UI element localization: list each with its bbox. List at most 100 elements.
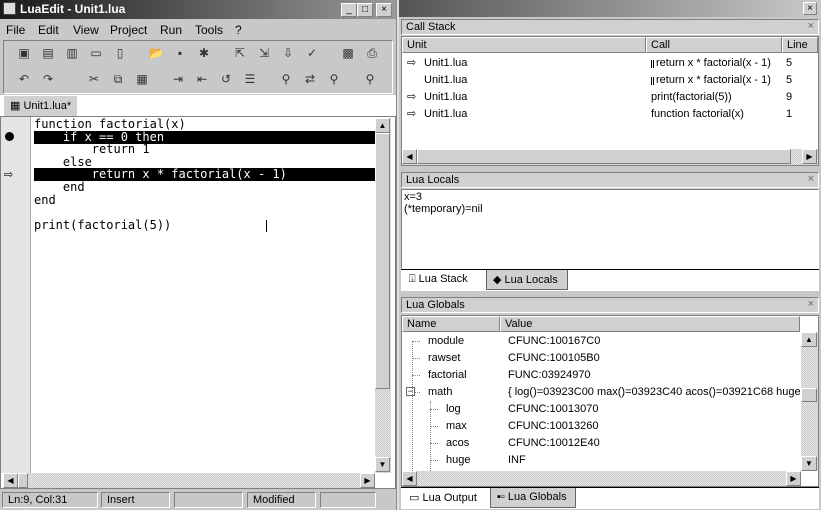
cut-icon[interactable]: ✂ <box>86 72 102 86</box>
scroll-thumb[interactable] <box>375 133 390 389</box>
open-icon[interactable]: 📂 <box>148 46 164 60</box>
scroll-up-button[interactable]: ▲ <box>801 332 817 347</box>
maximize-button[interactable]: □ <box>357 3 373 17</box>
callstack-row[interactable]: ⇨ Unit1.lua return x * factorial(x - 1) 5 <box>402 55 818 72</box>
callstack-row[interactable]: ⇨ Unit1.lua function factorial(x) 1 <box>402 106 818 123</box>
new-project-icon[interactable]: ▤ <box>40 46 56 60</box>
callstack-close-icon[interactable]: × <box>808 20 814 32</box>
call-cell: return x * factorial(x - 1) <box>656 57 771 69</box>
value-cell: CFUNC:10012E40 <box>508 437 600 449</box>
menu-tools[interactable]: Tools <box>195 23 223 37</box>
globals-row[interactable]: module CFUNC:100167C0 <box>402 333 800 350</box>
find-icon[interactable]: ⚲ <box>278 72 294 86</box>
print-preview-icon[interactable]: ▩ <box>340 46 356 60</box>
new-unit-icon[interactable]: ▣ <box>16 46 32 60</box>
locals-content[interactable]: x=3 (*temporary)=nil <box>401 189 819 269</box>
editor-vscroll[interactable]: ▲ ▼ <box>375 118 391 473</box>
find-next-icon[interactable]: ⚲ <box>362 72 378 86</box>
scroll-left-button[interactable]: ◀ <box>402 471 417 486</box>
copy-icon[interactable]: ⧉ <box>110 72 126 86</box>
scroll-up-button[interactable]: ▲ <box>375 118 390 133</box>
globals-row[interactable]: max CFUNC:10013260 <box>402 418 800 435</box>
save-icon[interactable]: ▪ <box>172 46 188 60</box>
menu-help[interactable]: ? <box>235 23 242 37</box>
undo-icon[interactable]: ↶ <box>16 72 32 86</box>
col-unit[interactable]: Unit <box>402 37 646 53</box>
scroll-down-button[interactable]: ▼ <box>375 457 390 472</box>
dock-close-button[interactable]: × <box>803 2 817 15</box>
find-in-files-icon[interactable]: ⚲ <box>326 72 342 86</box>
tab-lua-stack[interactable]: ⍗ Lua Stack <box>403 270 485 290</box>
vscroll-thumb[interactable] <box>801 388 817 402</box>
output-icon: ▭ <box>409 492 423 504</box>
file-icon[interactable]: ▯ <box>112 46 128 60</box>
scroll-down-button[interactable]: ▼ <box>801 456 817 471</box>
menu-edit[interactable]: Edit <box>38 23 59 37</box>
name-cell: module <box>428 335 465 347</box>
callstack-row[interactable]: ⇨ Unit1.lua print(factorial(5)) 9 <box>402 89 818 106</box>
app-icon <box>3 2 16 15</box>
compile-icon[interactable]: ✱ <box>196 46 212 60</box>
menu-project[interactable]: Project <box>110 23 147 37</box>
globals-row[interactable]: log CFUNC:10013070 <box>402 401 800 418</box>
callstack-hscroll[interactable]: ◀ ▶ <box>402 149 818 165</box>
menu-view[interactable]: View <box>73 23 99 37</box>
export-icon[interactable]: ⇱ <box>232 46 248 60</box>
col-value[interactable]: Value <box>500 316 800 332</box>
uncomment-icon[interactable]: ☰ <box>242 72 258 86</box>
globals-row[interactable]: acos CFUNC:10012E40 <box>402 435 800 452</box>
tab-unit1[interactable]: ▦ Unit1.lua* <box>4 96 78 116</box>
insert-icon[interactable]: ⇩ <box>280 46 296 60</box>
scroll-right-button[interactable]: ▶ <box>786 471 801 486</box>
replace-icon[interactable]: ⇄ <box>302 72 318 86</box>
tree-line <box>412 341 413 479</box>
frame-arrow-icon: ⇨ <box>407 108 417 120</box>
hscroll-thumb[interactable] <box>18 473 28 488</box>
status-position: Ln:9, Col:31 <box>2 492 98 508</box>
splitter[interactable] <box>396 0 399 510</box>
menu-file[interactable]: File <box>6 23 25 37</box>
globals-row[interactable]: factorial FUNC:03924970 <box>402 367 800 384</box>
add-file-icon[interactable]: ▥ <box>64 46 80 60</box>
menu-run[interactable]: Run <box>160 23 182 37</box>
globals-close-icon[interactable]: × <box>808 298 814 310</box>
check-syntax-icon[interactable]: ✓ <box>304 46 320 60</box>
globals-row[interactable]: huge INF <box>402 452 800 469</box>
breakpoint-icon[interactable] <box>5 132 14 141</box>
indent-icon[interactable]: ⇥ <box>170 72 186 86</box>
col-name[interactable]: Name <box>402 316 500 332</box>
tab-label: Lua Globals <box>507 491 567 503</box>
print-icon[interactable]: ⎙ <box>364 46 380 60</box>
locals-close-icon[interactable]: × <box>808 173 814 185</box>
tab-lua-locals[interactable]: ◆ Lua Locals <box>486 270 568 290</box>
line-cell: 1 <box>786 108 793 120</box>
paste-icon[interactable]: ▦ <box>134 72 150 86</box>
editor-hscroll[interactable]: ◀ ▶ <box>3 473 375 488</box>
scroll-left-button[interactable]: ◀ <box>3 473 18 488</box>
redo-icon[interactable]: ↷ <box>40 72 56 86</box>
scroll-right-button[interactable]: ▶ <box>360 473 375 488</box>
col-line[interactable]: Line <box>782 37 818 53</box>
globals-vscroll[interactable]: ▲ ▼ <box>801 332 818 471</box>
tab-lua-output[interactable]: ▭ Lua Output <box>403 488 489 508</box>
collapse-icon[interactable]: − <box>406 387 415 396</box>
tab-label: Lua Locals <box>504 274 558 286</box>
close-button[interactable]: × <box>376 3 392 17</box>
minimize-button[interactable]: _ <box>341 3 357 17</box>
globals-hscroll[interactable]: ◀ ▶ <box>402 471 801 486</box>
comment-icon[interactable]: ↺ <box>218 72 234 86</box>
scroll-left-button[interactable]: ◀ <box>402 149 417 164</box>
globals-row[interactable]: rawset CFUNC:100105B0 <box>402 350 800 367</box>
tab-lua-globals[interactable]: ▪▫ Lua Globals <box>490 488 576 508</box>
scroll-right-button[interactable]: ▶ <box>802 149 817 164</box>
unindent-icon[interactable]: ⇤ <box>194 72 210 86</box>
callstack-row[interactable]: Unit1.lua return x * factorial(x - 1) 5 <box>402 72 818 89</box>
frame-arrow-icon: ⇨ <box>407 91 417 103</box>
globals-tabs: ▭ Lua Output ▪▫ Lua Globals <box>401 487 819 509</box>
callstack-title: Call Stack <box>406 21 456 33</box>
col-call[interactable]: Call <box>646 37 782 53</box>
import-icon[interactable]: ⇲ <box>256 46 272 60</box>
globals-row[interactable]: − math { log()=03923C00 max()=03923C40 aco… <box>402 384 800 401</box>
new-form-icon[interactable]: ▭ <box>88 46 104 60</box>
hscroll-thumb[interactable] <box>417 149 791 164</box>
